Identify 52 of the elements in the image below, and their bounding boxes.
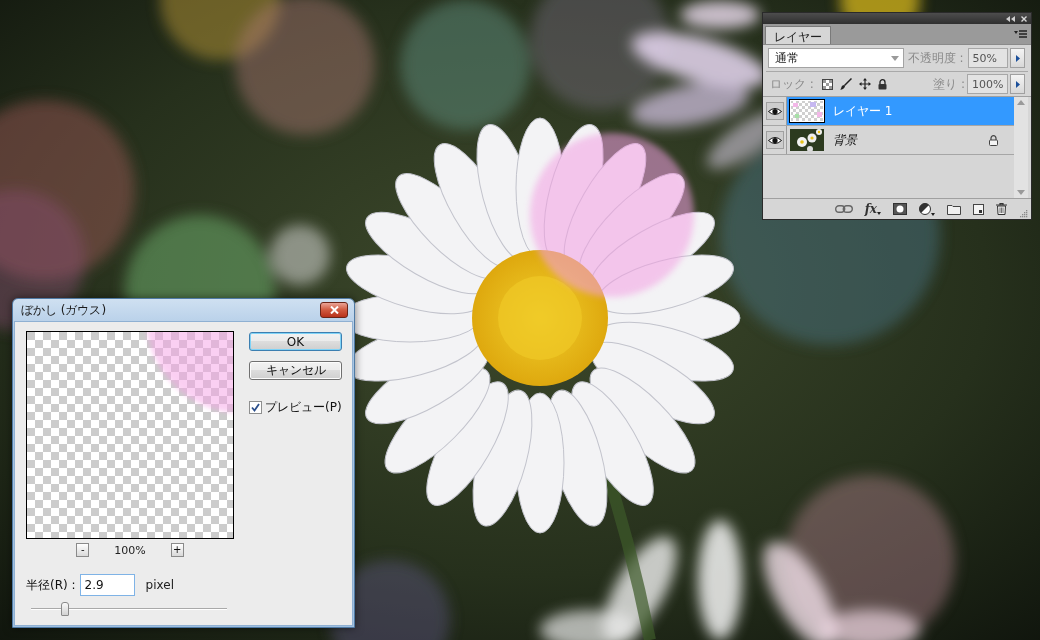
adjustment-icon[interactable] <box>919 202 935 216</box>
slider-thumb[interactable] <box>61 602 70 616</box>
zoom-level: 100% <box>114 543 146 557</box>
cancel-button[interactable]: キャンセル <box>249 361 342 380</box>
visibility-toggle[interactable] <box>765 131 784 149</box>
fill-label: 塗り : <box>933 75 965 93</box>
eye-icon <box>767 106 782 116</box>
triangle-right-icon <box>1015 54 1020 62</box>
layer-name: レイヤー 1 <box>833 102 893 120</box>
layer-name: 背景 <box>833 131 857 149</box>
fx-button[interactable]: fx <box>864 202 881 216</box>
caret-icon <box>877 212 881 215</box>
triangle-right-icon <box>1015 80 1020 88</box>
eye-icon <box>767 135 782 145</box>
caret-icon <box>890 55 899 61</box>
layer-row[interactable]: 背景 <box>763 126 1014 155</box>
fill-slider-button[interactable] <box>1010 74 1025 94</box>
link-icon[interactable] <box>834 205 853 213</box>
radius-label: 半径(R) : <box>26 576 76 594</box>
collapse-icon[interactable] <box>1006 15 1015 22</box>
resize-grip-icon[interactable] <box>1019 209 1028 218</box>
trash-icon[interactable] <box>996 203 1007 215</box>
preview-checkbox[interactable] <box>249 401 262 414</box>
opacity-label: 不透明度 : <box>907 49 964 67</box>
unit-label: pixel <box>145 578 174 592</box>
flower-thumbnail-icon <box>790 129 824 151</box>
blend-mode-dropdown[interactable]: 通常 <box>768 48 904 68</box>
fill-field[interactable]: 100% <box>967 74 1008 94</box>
checkmark-icon <box>251 403 260 412</box>
radius-input[interactable]: 2.9 <box>79 574 135 596</box>
lock-icon[interactable] <box>877 78 887 90</box>
checkbox-label[interactable]: プレビュー(P) <box>265 399 342 416</box>
zoom-in-button[interactable]: + <box>170 543 184 557</box>
checker-lock-icon[interactable] <box>821 78 833 90</box>
mask-icon[interactable] <box>893 203 907 215</box>
move-icon[interactable] <box>858 78 871 90</box>
close-icon[interactable] <box>1021 15 1027 22</box>
checker-thumbnail-icon <box>790 100 824 122</box>
ok-button[interactable]: OK <box>249 332 342 351</box>
zoom-out-button[interactable]: - <box>76 543 90 557</box>
opacity-slider-button[interactable] <box>1010 48 1025 68</box>
opacity-field[interactable]: 50% <box>967 48 1009 68</box>
layers-tab[interactable]: レイヤー <box>765 26 831 44</box>
folder-icon[interactable] <box>947 203 961 215</box>
lock-label: ロック : <box>770 75 814 93</box>
dialog-title: ぼかし (ガウス) <box>21 301 107 319</box>
close-button[interactable] <box>320 302 348 318</box>
close-icon <box>329 306 339 314</box>
visibility-toggle[interactable] <box>765 102 784 120</box>
menu-icon[interactable] <box>1014 30 1027 38</box>
new-layer-icon[interactable] <box>973 203 984 215</box>
brush-icon[interactable] <box>839 78 852 90</box>
